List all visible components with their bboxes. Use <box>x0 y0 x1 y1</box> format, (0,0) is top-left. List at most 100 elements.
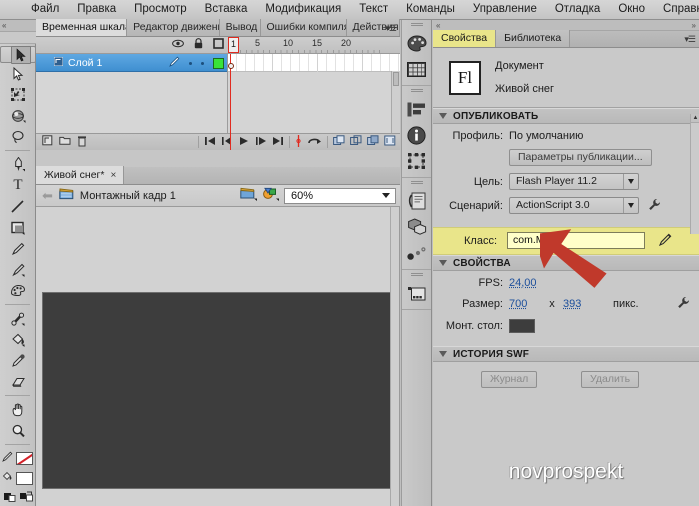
scroll-up-arrow-icon[interactable]: ▲ <box>691 114 699 123</box>
back-arrow-icon[interactable]: ⬅ <box>42 188 53 204</box>
stage-area[interactable] <box>36 207 400 506</box>
publish-settings-button[interactable]: Параметры публикации... <box>509 149 652 166</box>
tool-eyedropper[interactable] <box>0 350 36 371</box>
menu-item-file[interactable]: Файл <box>22 0 68 19</box>
tab-properties[interactable]: Свойства <box>433 30 496 47</box>
tab-compiler-errors[interactable]: Ошибки компиля <box>261 19 347 36</box>
script-settings-wrench-icon[interactable] <box>648 198 661 214</box>
keyframe-marker[interactable] <box>228 63 234 69</box>
project-panel-icon[interactable] <box>402 280 431 306</box>
document-tab[interactable]: Живой снег* × <box>36 166 124 184</box>
tool-paint-bucket[interactable] <box>0 329 36 350</box>
dock-grip-3[interactable] <box>402 178 431 188</box>
menu-item-view[interactable]: Просмотр <box>125 0 196 19</box>
tool-bone[interactable] <box>0 308 36 329</box>
loop-playback-icon[interactable] <box>307 136 322 149</box>
tab-output[interactable]: Вывод <box>220 19 261 36</box>
target-select[interactable]: Flash Player 11.2 <box>509 173 639 190</box>
properties-scrollbar[interactable]: ▲ <box>690 114 699 234</box>
tool-free-transform[interactable] <box>0 84 36 105</box>
layer-lock-dot[interactable] <box>201 62 204 65</box>
code-snippets-icon[interactable] <box>402 188 431 214</box>
size-height-value[interactable]: 393 <box>563 298 597 310</box>
swatches-panel-icon[interactable] <box>402 56 431 82</box>
layer-visible-dot[interactable] <box>189 62 192 65</box>
timeline-ruler[interactable]: 1 5 10 15 20 <box>228 37 400 53</box>
dock-grip-1[interactable] <box>402 20 431 30</box>
fps-value[interactable]: 24,00 <box>509 277 537 289</box>
section-publish-header[interactable]: ОПУБЛИКОВАТЬ <box>433 108 699 124</box>
size-width-value[interactable]: 700 <box>509 298 541 310</box>
stage-canvas[interactable] <box>42 292 393 489</box>
stroke-color-swatch[interactable] <box>16 452 33 465</box>
step-forward-icon[interactable] <box>255 136 267 149</box>
edit-class-pencil-icon[interactable] <box>659 233 672 249</box>
play-icon[interactable] <box>238 136 250 149</box>
dock-grip-2[interactable] <box>402 86 431 96</box>
edit-multiple-frames-icon[interactable] <box>367 135 379 149</box>
onion-skin-outlines-icon[interactable] <box>350 135 362 149</box>
tool-3d-rotation[interactable] <box>0 105 36 126</box>
go-to-first-frame-icon[interactable] <box>204 136 216 149</box>
tool-zoom[interactable] <box>0 420 36 441</box>
frame-cells[interactable] <box>228 54 400 72</box>
transform-panel-icon[interactable] <box>402 148 431 174</box>
stage-color-swatch[interactable] <box>509 319 535 333</box>
new-layer-icon[interactable] <box>42 135 53 150</box>
motion-presets-icon[interactable] <box>402 240 431 266</box>
lock-icon[interactable] <box>194 38 203 52</box>
menu-item-modify[interactable]: Модификация <box>256 0 350 19</box>
properties-panel-menu-icon[interactable]: ▾☰ <box>684 34 695 45</box>
menu-item-debug[interactable]: Отладка <box>546 0 609 19</box>
edit-scene-icon[interactable] <box>240 187 257 204</box>
document-settings-wrench-icon[interactable] <box>677 296 690 312</box>
tool-text[interactable]: T <box>0 175 36 196</box>
info-panel-icon[interactable] <box>402 122 431 148</box>
swf-log-button[interactable]: Журнал <box>481 371 537 388</box>
swf-delete-button[interactable]: Удалить <box>581 371 639 388</box>
tool-selection[interactable] <box>0 46 36 63</box>
onion-skin-marker-icon[interactable] <box>295 135 302 150</box>
edit-symbols-icon[interactable] <box>262 187 279 204</box>
delete-layer-icon[interactable] <box>77 135 87 150</box>
menu-item-control[interactable]: Управление <box>464 0 546 19</box>
layer-row[interactable]: Слой 1 <box>36 54 227 72</box>
tool-eraser[interactable] <box>0 371 36 392</box>
close-icon[interactable]: × <box>110 167 116 184</box>
tab-motion-editor[interactable]: Редактор движени <box>127 19 219 36</box>
section-swf-history-header[interactable]: ИСТОРИЯ SWF <box>433 346 699 362</box>
tab-timeline[interactable]: Временная шкала <box>36 19 127 36</box>
tool-pencil[interactable] <box>0 238 36 259</box>
black-white-colors-icon[interactable] <box>4 491 15 502</box>
tool-line[interactable] <box>0 196 36 217</box>
go-to-last-frame-icon[interactable] <box>272 136 284 149</box>
timeline-scroll-thumb[interactable] <box>393 72 399 86</box>
zoom-select[interactable]: 60% <box>284 188 396 204</box>
layer-color-swatch[interactable] <box>213 58 224 69</box>
step-back-icon[interactable] <box>221 136 233 149</box>
tool-hand[interactable] <box>0 399 36 420</box>
menu-item-help[interactable]: Справка <box>654 0 699 19</box>
timeline-panel-menu-icon[interactable]: ▾☰ <box>385 23 396 34</box>
menu-item-commands[interactable]: Команды <box>397 0 464 19</box>
playhead-frame-number[interactable]: 1 <box>228 37 239 53</box>
panel-collapse-left-icon[interactable]: « <box>436 21 440 30</box>
tool-subselection[interactable] <box>0 63 36 84</box>
new-folder-icon[interactable] <box>59 135 71 150</box>
menu-item-text[interactable]: Текст <box>350 0 397 19</box>
script-select[interactable]: ActionScript 3.0 <box>509 197 639 214</box>
menu-item-insert[interactable]: Вставка <box>196 0 257 19</box>
tab-library[interactable]: Библиотека <box>496 30 570 47</box>
color-panel-icon[interactable] <box>402 30 431 56</box>
swap-colors-icon[interactable] <box>20 491 31 502</box>
tools-drag-handle[interactable] <box>0 32 36 44</box>
menu-item-window[interactable]: Окно <box>609 0 654 19</box>
tool-lasso[interactable] <box>0 126 36 147</box>
onion-skin-icon[interactable] <box>333 135 345 149</box>
tool-pen[interactable] <box>0 154 36 175</box>
outline-icon[interactable] <box>213 38 224 52</box>
menu-item-edit[interactable]: Правка <box>68 0 125 19</box>
modify-onion-markers-icon[interactable] <box>384 135 396 149</box>
eye-icon[interactable] <box>172 39 184 51</box>
tools-collapse-button[interactable]: « <box>0 20 36 32</box>
